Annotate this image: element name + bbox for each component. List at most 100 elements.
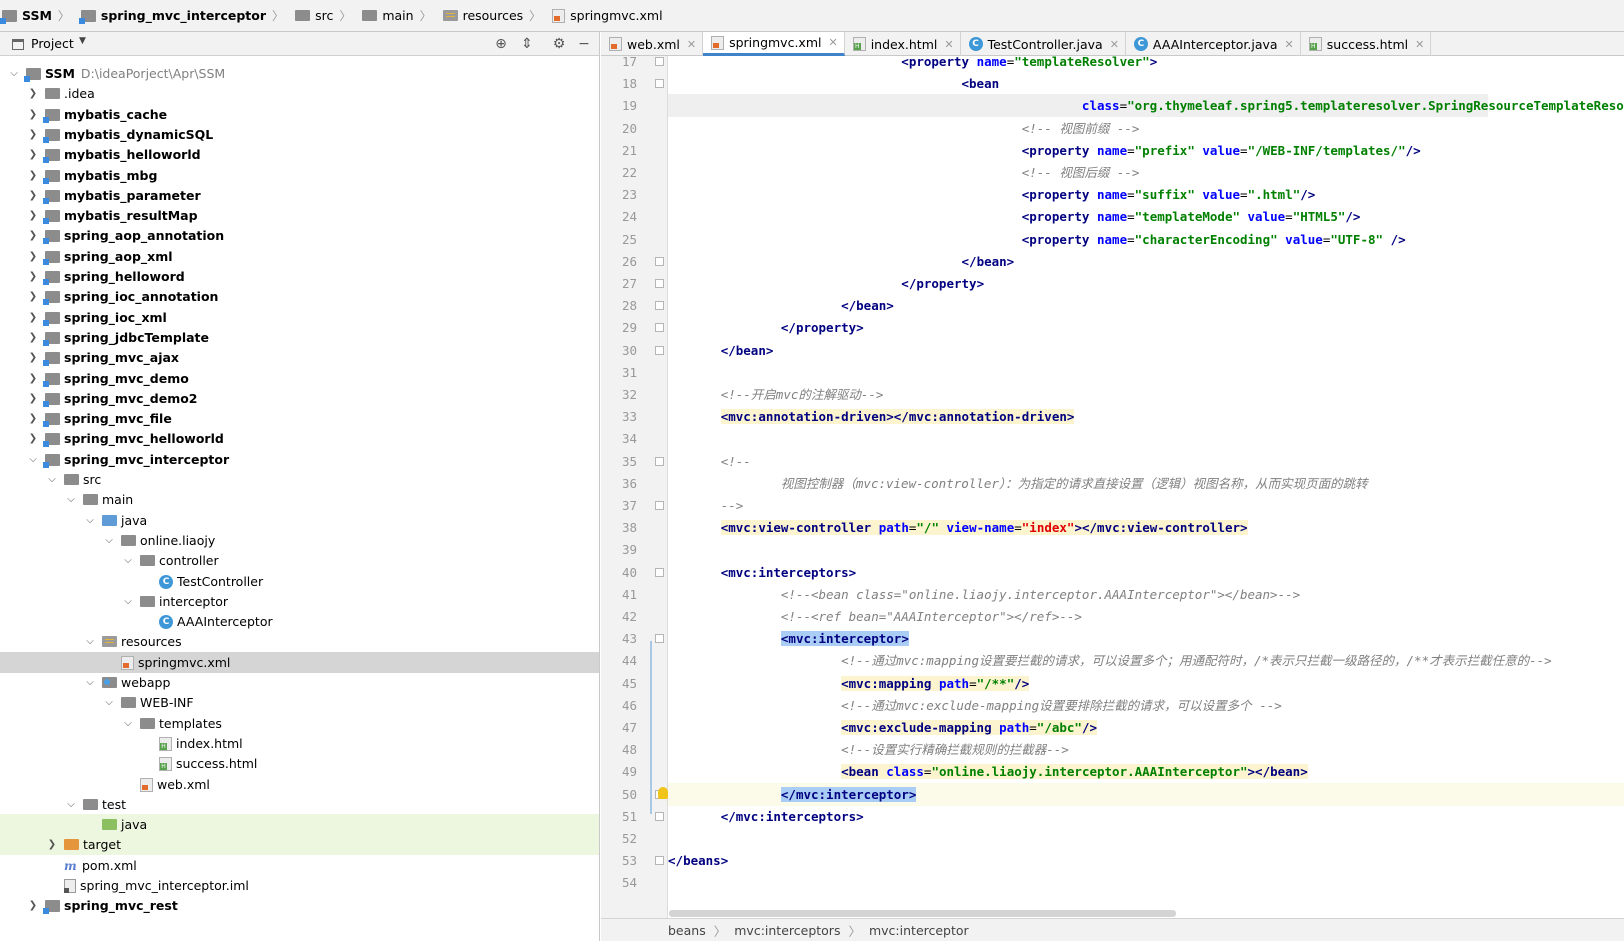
tab-springmvc-xml[interactable]: springmvc.xml ✕ [703, 32, 845, 56]
collapse-arrow-icon[interactable]: ⌵ [122, 555, 134, 566]
expand-arrow-icon[interactable]: ❯ [27, 129, 39, 140]
collapse-arrow-icon[interactable]: ⌵ [122, 596, 134, 607]
fold-marker-icon[interactable] [655, 346, 664, 355]
module-spring-ioc-xml[interactable]: ❯ spring_ioc_xml [0, 307, 599, 328]
close-icon[interactable]: ✕ [1110, 38, 1119, 51]
crumb-resources[interactable]: resources 〉 [442, 0, 553, 32]
close-icon[interactable]: ✕ [687, 38, 696, 51]
folder-webapp[interactable]: ⌵ webapp [0, 672, 599, 693]
collapse-arrow-icon[interactable]: ⌵ [122, 718, 134, 729]
package-controller[interactable]: ⌵ controller [0, 550, 599, 571]
module-spring-mvc-rest[interactable]: ❯ spring_mvc_rest [0, 895, 599, 916]
expand-arrow-icon[interactable]: ❯ [27, 251, 39, 262]
folder-main[interactable]: ⌵ main [0, 489, 599, 510]
folder-templates[interactable]: ⌵ templates [0, 713, 599, 734]
folder-src[interactable]: ⌵ src [0, 469, 599, 490]
close-icon[interactable]: ✕ [944, 38, 953, 51]
locate-file-icon[interactable]: ⊕ [492, 35, 510, 53]
fold-marker-icon[interactable] [655, 812, 664, 821]
folder-web-inf[interactable]: ⌵ WEB-INF [0, 692, 599, 713]
module-spring-jdbctemplate[interactable]: ❯ spring_jdbcTemplate [0, 327, 599, 348]
fold-marker-icon[interactable] [655, 279, 664, 288]
module-spring-aop-xml[interactable]: ❯ spring_aop_xml [0, 246, 599, 267]
hide-panel-icon[interactable]: − [575, 35, 593, 53]
collapse-arrow-icon[interactable]: ⌵ [65, 494, 77, 505]
breadcrumb-beans[interactable]: beans [668, 923, 706, 938]
expand-arrow-icon[interactable]: ❯ [27, 109, 39, 120]
module-spring-mvc-file[interactable]: ❯ spring_mvc_file [0, 408, 599, 429]
module-spring-ioc-annotation[interactable]: ❯ spring_ioc_annotation [0, 286, 599, 307]
crumb-file[interactable]: springmvc.xml [552, 0, 665, 32]
horizontal-scrollbar[interactable] [669, 910, 1176, 917]
project-view-selector[interactable]: Project [31, 36, 74, 51]
expand-arrow-icon[interactable]: ❯ [27, 332, 39, 343]
folder-idea[interactable]: ❯ .idea [0, 83, 599, 104]
package-online-liaojy[interactable]: ⌵ online.liaojy [0, 530, 599, 551]
module-spring-helloword[interactable]: ❯ spring_helloword [0, 266, 599, 287]
module-mybatis-mbg[interactable]: ❯ mybatis_mbg [0, 165, 599, 186]
module-spring-mvc-interceptor[interactable]: ⌵ spring_mvc_interceptor [0, 449, 599, 470]
file-web-xml[interactable]: web.xml [0, 774, 599, 795]
module-spring-mvc-helloworld[interactable]: ❯ spring_mvc_helloworld [0, 428, 599, 449]
expand-arrow-icon[interactable]: ❯ [27, 312, 39, 323]
crumb-module[interactable]: spring_mvc_interceptor 〉 [78, 0, 295, 32]
file-iml[interactable]: spring_mvc_interceptor.iml [0, 875, 599, 896]
module-spring-mvc-demo[interactable]: ❯ spring_mvc_demo [0, 368, 599, 389]
breadcrumb-mvc-interceptor[interactable]: mvc:interceptor [869, 923, 969, 938]
expand-arrow-icon[interactable]: ❯ [27, 230, 39, 241]
expand-arrow-icon[interactable]: ❯ [27, 352, 39, 363]
folder-java[interactable]: ⌵ java [0, 510, 599, 531]
close-icon[interactable]: ✕ [1415, 38, 1424, 51]
fold-marker-icon[interactable] [655, 501, 664, 510]
close-icon[interactable]: ✕ [1285, 38, 1294, 51]
tree-root-ssm[interactable]: ⌵ SSM D:\ideaPorject\Apr\SSM [0, 63, 599, 84]
expand-arrow-icon[interactable]: ❯ [27, 210, 39, 221]
crumb-ssm[interactable]: SSM 〉 [0, 0, 81, 32]
module-mybatis-cache[interactable]: ❯ mybatis_cache [0, 104, 599, 125]
module-mybatis-parameter[interactable]: ❯ mybatis_parameter [0, 185, 599, 206]
crumb-main[interactable]: main 〉 [362, 0, 442, 32]
fold-marker-icon[interactable] [655, 57, 664, 66]
fold-marker-icon[interactable] [655, 568, 664, 577]
tab-aaainterceptor-java[interactable]: C AAAInterceptor.java ✕ [1126, 32, 1301, 56]
module-spring-mvc-ajax[interactable]: ❯ spring_mvc_ajax [0, 347, 599, 368]
collapse-all-icon[interactable]: ⇕ [518, 35, 536, 53]
crumb-src[interactable]: src 〉 [295, 0, 362, 32]
collapse-arrow-icon[interactable]: ⌵ [8, 68, 20, 79]
lightbulb-icon[interactable] [658, 787, 668, 799]
expand-arrow-icon[interactable]: ❯ [46, 839, 58, 850]
code-editor[interactable]: 17 18 19 20 21 22 23 24 25 26 27 28 29 30 31 32 33 34 35 36… [601, 56, 1624, 918]
class-testcontroller[interactable]: C TestController [0, 571, 599, 592]
collapse-arrow-icon[interactable]: ⌵ [84, 636, 96, 647]
expand-arrow-icon[interactable]: ❯ [27, 88, 39, 99]
fold-marker-icon[interactable] [655, 457, 664, 466]
file-success-html[interactable]: success.html [0, 753, 599, 774]
file-pom-xml[interactable]: m pom.xml [0, 855, 599, 876]
expand-arrow-icon[interactable]: ❯ [27, 373, 39, 384]
fold-marker-icon[interactable] [655, 634, 664, 643]
tab-success-html[interactable]: success.html✕ [1301, 32, 1432, 56]
expand-arrow-icon[interactable]: ❯ [27, 393, 39, 404]
folder-test-java[interactable]: java [0, 814, 599, 835]
package-interceptor[interactable]: ⌵ interceptor [0, 591, 599, 612]
expand-arrow-icon[interactable]: ❯ [27, 271, 39, 282]
module-mybatis-helloworld[interactable]: ❯ mybatis_helloworld [0, 144, 599, 165]
expand-arrow-icon[interactable]: ❯ [27, 433, 39, 444]
fold-marker-icon[interactable] [655, 301, 664, 310]
module-mybatis-resultmap[interactable]: ❯ mybatis_resultMap [0, 205, 599, 226]
fold-marker-icon[interactable] [655, 79, 664, 88]
folder-target[interactable]: ❯ target [0, 834, 599, 855]
collapse-arrow-icon[interactable]: ⌵ [103, 697, 115, 708]
class-aaainterceptor[interactable]: C AAAInterceptor [0, 611, 599, 632]
gear-icon[interactable]: ⚙ [550, 35, 568, 53]
breadcrumb-mvc-interceptors[interactable]: mvc:interceptors [734, 923, 840, 938]
collapse-arrow-icon[interactable]: ⌵ [27, 454, 39, 465]
collapse-arrow-icon[interactable]: ⌵ [46, 474, 58, 485]
fold-marker-icon[interactable] [655, 257, 664, 266]
tab-testcontroller-java[interactable]: C TestController.java ✕ [961, 32, 1126, 56]
module-mybatis-dynamicsql[interactable]: ❯ mybatis_dynamicSQL [0, 124, 599, 145]
collapse-arrow-icon[interactable]: ⌵ [103, 535, 115, 546]
file-index-html[interactable]: index.html [0, 733, 599, 754]
expand-arrow-icon[interactable]: ❯ [27, 149, 39, 160]
folder-test[interactable]: ⌵ test [0, 794, 599, 815]
